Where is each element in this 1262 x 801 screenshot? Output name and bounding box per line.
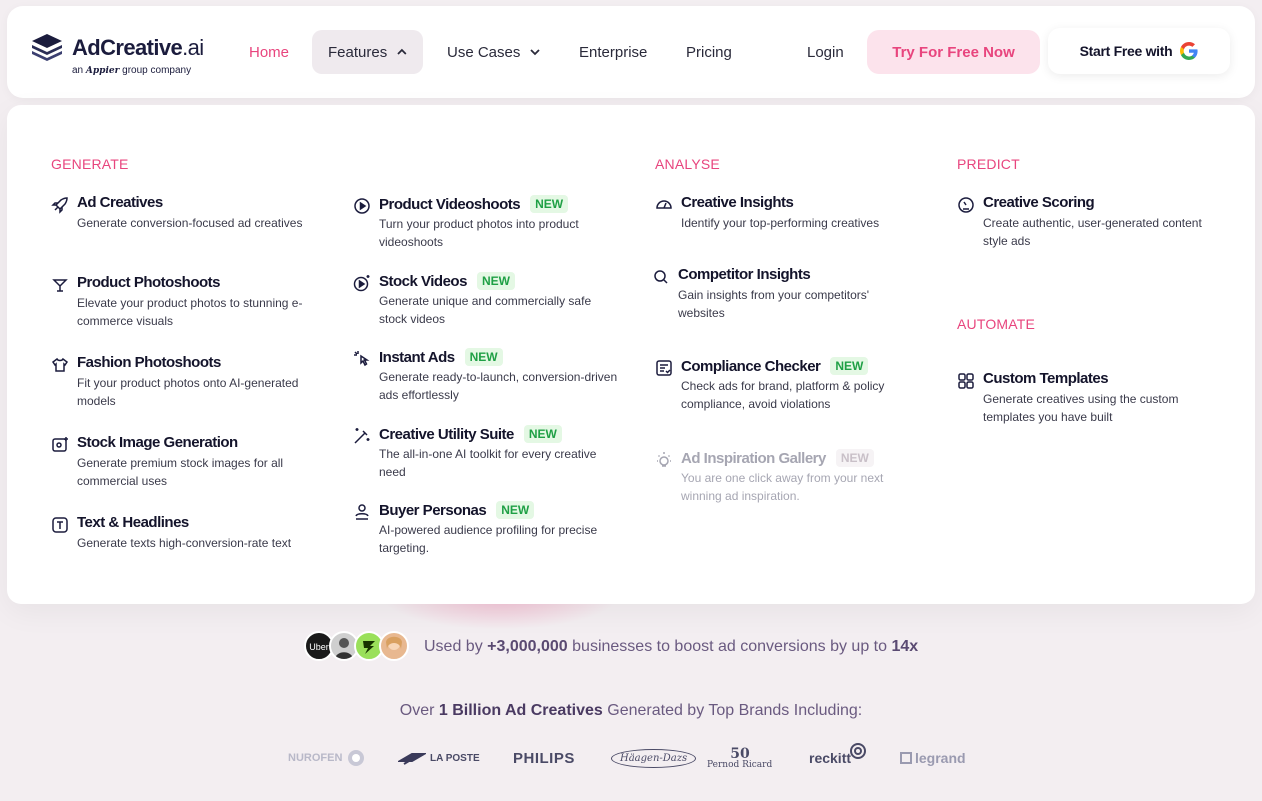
social-proof: Uber Used by +3,000,000 businesses to bo… bbox=[304, 631, 918, 663]
score-icon bbox=[958, 197, 974, 213]
menu-item-desc: Turn your product photos into product vi… bbox=[379, 217, 579, 249]
menu-item-title: Stock Image Generation bbox=[77, 434, 238, 451]
lightbulb-icon bbox=[657, 452, 671, 467]
menu-item-desc: The all-in-one AI toolkit for every crea… bbox=[379, 447, 597, 479]
menu-item-desc: You are one click away from your next wi… bbox=[681, 471, 884, 503]
brand-logos: NUROFEN LA POSTE PHILIPS Häagen-Dazs 50 … bbox=[240, 740, 1030, 780]
new-badge: NEW bbox=[530, 195, 569, 213]
nav-login[interactable]: Login bbox=[807, 30, 844, 74]
brand-pernod-ricard: 50 Pernod Ricard bbox=[707, 746, 773, 770]
nav-pricing[interactable]: Pricing bbox=[686, 30, 732, 74]
cocktail-icon bbox=[52, 279, 68, 292]
menu-item-desc: Generate unique and commercially safe st… bbox=[379, 294, 592, 326]
svg-text:Uber: Uber bbox=[309, 642, 329, 652]
menu-item-title: Product Photoshoots bbox=[77, 274, 221, 291]
section-title-automate: AUTOMATE bbox=[957, 316, 1036, 332]
svg-text:50: 50 bbox=[730, 746, 750, 760]
menu-item-title: Custom Templates bbox=[983, 370, 1109, 387]
nav-use-cases[interactable]: Use Cases bbox=[447, 30, 540, 74]
brands-heading: Over 1 Billion Ad Creatives Generated by… bbox=[399, 702, 863, 719]
menu-item-title: Stock Videos NEW bbox=[379, 272, 515, 290]
menu-item-title: Instant Ads NEW bbox=[379, 348, 503, 366]
play-sparkle-icon bbox=[353, 275, 370, 292]
nav-enterprise[interactable]: Enterprise bbox=[579, 30, 647, 74]
menu-item-title: Product Videoshoots NEW bbox=[379, 195, 569, 213]
section-title-predict: PREDICT bbox=[957, 156, 1020, 172]
menu-item-title: Creative Insights bbox=[681, 194, 794, 211]
person-icon bbox=[355, 504, 369, 520]
play-circle-icon bbox=[354, 198, 370, 214]
new-badge: NEW bbox=[830, 357, 869, 375]
brand-haagen-dazs: Häagen-Dazs bbox=[611, 740, 697, 776]
menu-item-title: Ad Inspiration Gallery NEW bbox=[681, 449, 874, 467]
section-title-analyse: ANALYSE bbox=[655, 156, 720, 172]
nav-features[interactable]: Features bbox=[312, 30, 423, 74]
gauge-icon bbox=[656, 200, 672, 209]
menu-item-title: Buyer Personas NEW bbox=[379, 501, 535, 519]
menu-item-desc: Elevate your product photos to stunning … bbox=[77, 296, 303, 328]
chevron-up-icon bbox=[397, 48, 407, 55]
section-title-generate: GENERATE bbox=[51, 156, 129, 172]
shirt-icon bbox=[51, 357, 69, 372]
brand-reckitt: reckitt bbox=[809, 740, 867, 776]
text-icon bbox=[52, 517, 68, 533]
menu-item-title: Creative Utility Suite NEW bbox=[379, 425, 562, 443]
menu-item-desc: Create authentic, user-generated content… bbox=[983, 216, 1202, 248]
chevron-down-icon bbox=[530, 49, 540, 56]
nav-home[interactable]: Home bbox=[249, 30, 289, 74]
menu-item-desc: Generate texts high-conversion-rate text bbox=[77, 536, 292, 550]
features-dropdown: GENERATE ANALYSE PREDICT AUTOMATE Ad Cre… bbox=[7, 105, 1255, 604]
image-sparkle-icon bbox=[52, 437, 68, 452]
new-badge: NEW bbox=[835, 449, 874, 467]
brand-legrand: legrand bbox=[900, 740, 966, 776]
search-icon bbox=[654, 270, 668, 284]
customer-avatars: Uber bbox=[304, 631, 412, 663]
menu-item-desc: Gain insights from your competitors' web… bbox=[678, 288, 870, 320]
checklist-icon bbox=[656, 360, 672, 376]
social-proof-text: Used by +3,000,000 businesses to boost a… bbox=[424, 638, 919, 655]
brand-philips: PHILIPS bbox=[513, 749, 575, 767]
templates-icon bbox=[958, 373, 974, 389]
menu-item-title: Text & Headlines bbox=[77, 514, 189, 531]
menu-item-desc: Generate conversion-focused ad creatives bbox=[77, 216, 303, 230]
menu-item-title: Fashion Photoshoots bbox=[77, 354, 221, 371]
menu-item-desc: AI-powered audience profiling for precis… bbox=[379, 523, 598, 555]
menu-item-title: Ad Creatives bbox=[77, 194, 163, 211]
avatar-person bbox=[379, 631, 409, 661]
new-badge: NEW bbox=[476, 272, 515, 290]
cursor-click-icon bbox=[354, 351, 370, 367]
menu-item-title: Compliance Checker NEW bbox=[681, 357, 869, 375]
menu-item-desc: Generate premium stock images for all co… bbox=[77, 456, 284, 488]
menu-item-desc: Identify your top-performing creatives bbox=[681, 216, 880, 230]
brand-la-poste: LA POSTE bbox=[398, 740, 480, 776]
top-navbar: AdCreative.ai an Appier group company Ho… bbox=[7, 6, 1255, 98]
magic-wand-icon bbox=[354, 428, 370, 444]
google-icon bbox=[1180, 42, 1198, 60]
menu-item-desc: Fit your product photos onto AI-generate… bbox=[77, 376, 299, 408]
menu-item-title: Competitor Insights bbox=[678, 266, 811, 283]
menu-item-title: Creative Scoring bbox=[983, 194, 1095, 211]
new-badge: NEW bbox=[464, 348, 503, 366]
try-free-button[interactable]: Try For Free Now bbox=[867, 30, 1040, 74]
rocket-icon bbox=[51, 197, 68, 214]
brand-nurofen: NUROFEN bbox=[288, 740, 366, 776]
menu-item-desc: Generate creatives using the custom temp… bbox=[983, 392, 1179, 424]
new-badge: NEW bbox=[523, 425, 562, 443]
menu-item-desc: Check ads for brand, platform & policy c… bbox=[681, 379, 885, 411]
new-badge: NEW bbox=[496, 501, 535, 519]
start-free-google-button[interactable]: Start Free with bbox=[1048, 28, 1230, 74]
menu-item-desc: Generate ready-to-launch, conversion-dri… bbox=[379, 370, 618, 402]
